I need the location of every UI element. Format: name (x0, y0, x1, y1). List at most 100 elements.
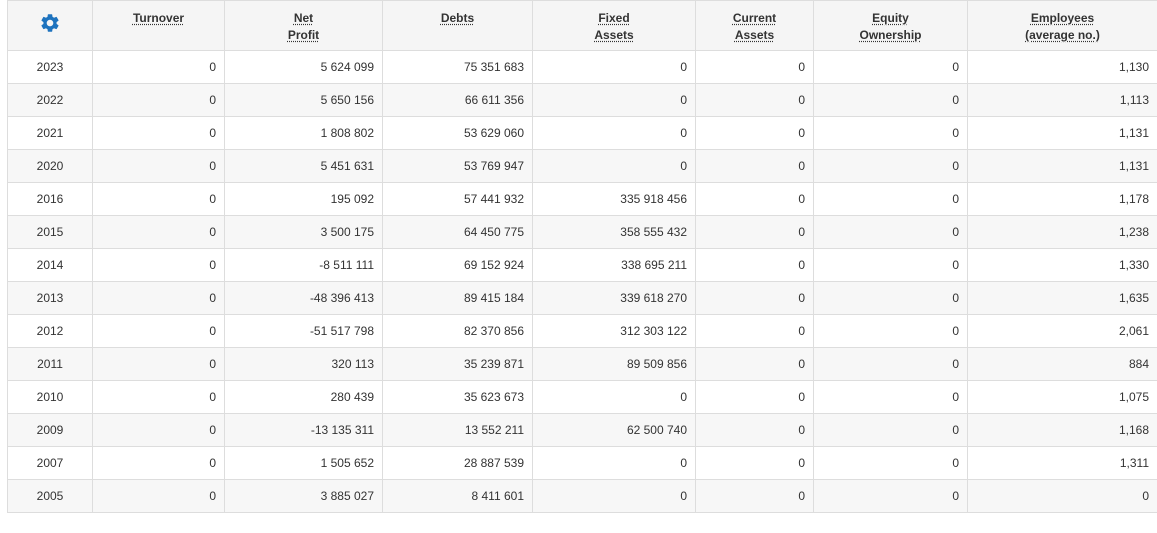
value-cell-fixed-assets: 0 (532, 380, 696, 414)
value-cell-employees: 1,131 (967, 116, 1157, 150)
value-cell-turnover: 0 (92, 314, 225, 348)
value-cell-employees: 1,130 (967, 50, 1157, 84)
column-header-label[interactable]: Fixed (598, 11, 629, 25)
value-cell-debts: 82 370 856 (382, 314, 533, 348)
value-cell-debts: 64 450 775 (382, 215, 533, 249)
year-cell: 2014 (7, 248, 93, 282)
value-cell-debts: 57 441 932 (382, 182, 533, 216)
column-header-label[interactable]: Net (294, 11, 313, 25)
value-cell-net-profit: -51 517 798 (224, 314, 383, 348)
column-header-label[interactable]: Debts (441, 11, 474, 25)
value-cell-fixed-assets: 335 918 456 (532, 182, 696, 216)
value-cell-equity-ownership: 0 (813, 413, 968, 447)
column-header-turnover[interactable]: Turnover (92, 0, 225, 51)
value-cell-fixed-assets: 312 303 122 (532, 314, 696, 348)
value-cell-employees: 1,330 (967, 248, 1157, 282)
value-cell-current-assets: 0 (695, 281, 814, 315)
value-cell-turnover: 0 (92, 182, 225, 216)
value-cell-equity-ownership: 0 (813, 347, 968, 381)
value-cell-current-assets: 0 (695, 314, 814, 348)
value-cell-turnover: 0 (92, 149, 225, 183)
table-row: 2014 0 -8 511 111 69 152 924 338 695 211 0 0 1,… (7, 248, 1157, 282)
value-cell-employees: 884 (967, 347, 1157, 381)
value-cell-fixed-assets: 89 509 856 (532, 347, 696, 381)
year-cell: 2022 (7, 83, 93, 117)
value-cell-equity-ownership: 0 (813, 380, 968, 414)
value-cell-current-assets: 0 (695, 413, 814, 447)
value-cell-debts: 35 623 673 (382, 380, 533, 414)
value-cell-equity-ownership: 0 (813, 116, 968, 150)
column-header-label[interactable]: Assets (594, 28, 633, 42)
table-header: Turnover Net Profit Debts Fixed Assets Current… (7, 0, 1157, 51)
year-cell: 2016 (7, 182, 93, 216)
table-row: 2015 0 3 500 175 64 450 775 358 555 432 0 0 1,2… (7, 215, 1157, 249)
table-row: 2020 0 5 451 631 53 769 947 0 0 0 1,131 (7, 149, 1157, 183)
value-cell-fixed-assets: 0 (532, 116, 696, 150)
column-header-label[interactable]: Ownership (859, 28, 921, 42)
value-cell-net-profit: 3 885 027 (224, 479, 383, 513)
value-cell-employees: 1,131 (967, 149, 1157, 183)
value-cell-turnover: 0 (92, 380, 225, 414)
value-cell-equity-ownership: 0 (813, 182, 968, 216)
value-cell-net-profit: 5 624 099 (224, 50, 383, 84)
value-cell-fixed-assets: 0 (532, 50, 696, 84)
value-cell-turnover: 0 (92, 83, 225, 117)
column-header-debts[interactable]: Debts (382, 0, 533, 51)
value-cell-fixed-assets: 62 500 740 (532, 413, 696, 447)
table-row: 2012 0 -51 517 798 82 370 856 312 303 122 0 0 2… (7, 314, 1157, 348)
table-row: 2022 0 5 650 156 66 611 356 0 0 0 1,113 (7, 83, 1157, 117)
value-cell-debts: 28 887 539 (382, 446, 533, 480)
value-cell-net-profit: 1 808 802 (224, 116, 383, 150)
value-cell-turnover: 0 (92, 446, 225, 480)
value-cell-current-assets: 0 (695, 347, 814, 381)
value-cell-net-profit: 320 113 (224, 347, 383, 381)
column-header-net-profit[interactable]: Net Profit (224, 0, 383, 51)
column-header-equity-ownership[interactable]: Equity Ownership (813, 0, 968, 51)
value-cell-net-profit: 195 092 (224, 182, 383, 216)
value-cell-employees: 1,178 (967, 182, 1157, 216)
column-header-current-assets[interactable]: Current Assets (695, 0, 814, 51)
value-cell-current-assets: 0 (695, 182, 814, 216)
value-cell-net-profit: 1 505 652 (224, 446, 383, 480)
value-cell-net-profit: -13 135 311 (224, 413, 383, 447)
value-cell-fixed-assets: 358 555 432 (532, 215, 696, 249)
value-cell-turnover: 0 (92, 413, 225, 447)
column-header-label[interactable]: Employees (1031, 11, 1094, 25)
value-cell-debts: 35 239 871 (382, 347, 533, 381)
value-cell-equity-ownership: 0 (813, 149, 968, 183)
column-header-label[interactable]: Equity (872, 11, 909, 25)
value-cell-employees: 0 (967, 479, 1157, 513)
value-cell-employees: 1,635 (967, 281, 1157, 315)
year-cell: 2020 (7, 149, 93, 183)
value-cell-net-profit: -48 396 413 (224, 281, 383, 315)
value-cell-debts: 75 351 683 (382, 50, 533, 84)
table-row: 2021 0 1 808 802 53 629 060 0 0 0 1,131 (7, 116, 1157, 150)
column-header-fixed-assets[interactable]: Fixed Assets (532, 0, 696, 51)
column-header-label[interactable]: Turnover (133, 11, 184, 25)
year-cell: 2015 (7, 215, 93, 249)
column-header-label[interactable]: Assets (735, 28, 774, 42)
value-cell-debts: 13 552 211 (382, 413, 533, 447)
settings-button[interactable] (7, 0, 93, 51)
value-cell-equity-ownership: 0 (813, 314, 968, 348)
value-cell-turnover: 0 (92, 50, 225, 84)
value-cell-equity-ownership: 0 (813, 281, 968, 315)
column-header-label[interactable]: Current (733, 11, 776, 25)
year-cell: 2021 (7, 116, 93, 150)
column-header-employees[interactable]: Employees (average no.) (967, 0, 1157, 51)
column-header-label[interactable]: Profit (288, 28, 319, 42)
value-cell-current-assets: 0 (695, 446, 814, 480)
value-cell-debts: 89 415 184 (382, 281, 533, 315)
value-cell-turnover: 0 (92, 215, 225, 249)
year-cell: 2009 (7, 413, 93, 447)
value-cell-current-assets: 0 (695, 83, 814, 117)
value-cell-turnover: 0 (92, 347, 225, 381)
table-row: 2011 0 320 113 35 239 871 89 509 856 0 0 884 (7, 347, 1157, 381)
table-body: 2023 0 5 624 099 75 351 683 0 0 0 1,130 2022 0 5 6… (7, 50, 1157, 513)
gear-icon[interactable] (39, 12, 61, 34)
value-cell-employees: 1,168 (967, 413, 1157, 447)
table-row: 2016 0 195 092 57 441 932 335 918 456 0 0 1,178 (7, 182, 1157, 216)
value-cell-debts: 66 611 356 (382, 83, 533, 117)
column-header-label[interactable]: (average no.) (1025, 28, 1100, 42)
table-row: 2023 0 5 624 099 75 351 683 0 0 0 1,130 (7, 50, 1157, 84)
